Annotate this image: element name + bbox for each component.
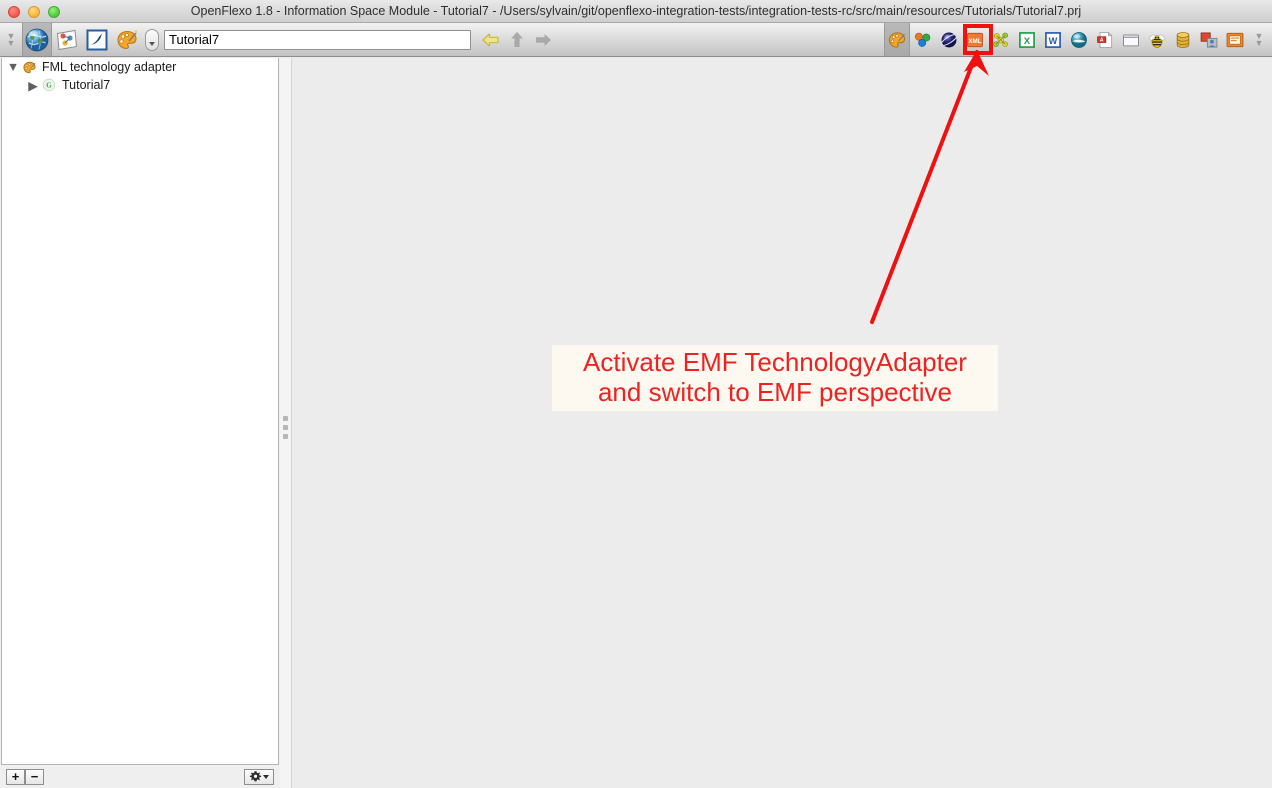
- left-sidebar: ▼ FML technology adapter ▶ G Tutorial7 +…: [0, 58, 280, 788]
- tree-item-label: Tutorial7: [62, 78, 111, 92]
- technology-adapter-button-diagram[interactable]: [910, 26, 936, 54]
- svg-text:A: A: [1100, 37, 1104, 43]
- back-arrow-icon[interactable]: [481, 32, 500, 48]
- fml-module-icon: [86, 29, 108, 50]
- technology-adapter-button-owl[interactable]: [1144, 26, 1170, 54]
- remove-button[interactable]: −: [25, 768, 44, 785]
- toolbar-overflow-chevron-double-down-icon[interactable]: ▼ ▼: [1248, 31, 1270, 47]
- window-titlebar: OpenFlexo 1.8 - Information Space Module…: [0, 0, 1272, 23]
- address-input[interactable]: [164, 29, 471, 50]
- globe-icon: [25, 28, 49, 51]
- annotation-callout: Activate EMF TechnologyAdapter and switc…: [552, 345, 998, 411]
- technology-adapter-button-emf[interactable]: [936, 26, 962, 54]
- technology-adapter-button-pdf[interactable]: A: [1092, 26, 1118, 54]
- technology-adapter-button-xml[interactable]: XML: [962, 26, 988, 54]
- diagram-technology-adapter-icon: [914, 32, 931, 47]
- fml-technology-adapter-icon: [888, 31, 906, 48]
- module-button-fml[interactable]: [82, 25, 112, 55]
- grip-dot: [283, 434, 288, 439]
- annotation-line-1: Activate EMF TechnologyAdapter: [583, 347, 967, 377]
- word-technology-adapter-icon: W: [1045, 31, 1061, 48]
- tree-row[interactable]: ▶ G Tutorial7: [2, 76, 278, 94]
- chevron-down-icon: [263, 774, 269, 779]
- tree-row[interactable]: ▼ FML technology adapter: [2, 58, 278, 76]
- module-button-diagram[interactable]: [52, 25, 82, 55]
- sidebar-bottom-bar: + −: [1, 766, 279, 787]
- technology-adapter-button-gui[interactable]: [1118, 26, 1144, 54]
- svg-text:G: G: [46, 81, 52, 89]
- resource-tree[interactable]: ▼ FML technology adapter ▶ G Tutorial7: [1, 58, 279, 765]
- main-toolbar: ▼ ▼ Tutorial7 XML X W A ▼ ▼: [0, 23, 1272, 57]
- technology-adapter-button-excel[interactable]: X: [1014, 26, 1040, 54]
- svg-text:W: W: [1049, 35, 1058, 45]
- module-button-palette[interactable]: [112, 25, 142, 55]
- openflexo-technology-adapter-icon: [1071, 31, 1087, 48]
- toolbar-left-group: ▼ ▼: [0, 23, 553, 56]
- project-icon: G: [40, 78, 58, 92]
- owl-technology-adapter-icon: [1149, 34, 1165, 48]
- perspective-dropdown-button[interactable]: [145, 28, 159, 51]
- xml-technology-adapter-icon: XML: [967, 32, 983, 47]
- technology-adapter-button-powerpoint[interactable]: [1222, 26, 1248, 54]
- settings-menu-button[interactable]: [244, 768, 274, 785]
- grip-dot: [283, 425, 288, 430]
- add-button[interactable]: +: [6, 768, 25, 785]
- splitter-grip[interactable]: [283, 416, 288, 439]
- collapse-twisty-icon[interactable]: ▶: [26, 78, 40, 93]
- toolbar-right-group: XML X W A ▼ ▼: [884, 23, 1270, 56]
- technology-adapter-button-database[interactable]: [1170, 26, 1196, 54]
- technology-adapter-button-xsd[interactable]: [988, 26, 1014, 54]
- forward-arrow-icon[interactable]: [534, 32, 553, 48]
- tree-item-label: FML technology adapter: [42, 60, 177, 74]
- up-arrow-icon[interactable]: [510, 31, 524, 48]
- chevron-double-down-icon[interactable]: ▼ ▼: [0, 31, 22, 47]
- database-technology-adapter-icon: [1176, 31, 1190, 48]
- pdf-technology-adapter-icon: A: [1097, 31, 1113, 48]
- grip-dot: [283, 416, 288, 421]
- main-content-area: [292, 58, 1272, 788]
- gear-icon: [249, 771, 262, 782]
- powerpoint-technology-adapter-icon: [1226, 32, 1244, 47]
- annotation-line-2: and switch to EMF perspective: [597, 377, 953, 407]
- emf-technology-adapter-icon: [940, 32, 958, 47]
- technology-adapter-button-word[interactable]: W: [1040, 26, 1066, 54]
- module-button-information-space[interactable]: [22, 23, 52, 56]
- palette-module-icon: [117, 29, 138, 49]
- expand-twisty-icon[interactable]: ▼: [6, 60, 20, 74]
- gui-technology-adapter-icon: [1123, 34, 1139, 46]
- technology-adapter-button-openflexo[interactable]: [1066, 26, 1092, 54]
- panel-splitter[interactable]: [280, 58, 292, 788]
- window-title: OpenFlexo 1.8 - Information Space Module…: [190, 4, 1082, 18]
- chevron-down-icon: [149, 41, 155, 46]
- technology-adapter-button-fml[interactable]: [884, 23, 910, 56]
- diagram-module-icon: [56, 29, 78, 50]
- palette-icon: [20, 60, 38, 75]
- svg-text:X: X: [1024, 35, 1031, 46]
- uml-technology-adapter-icon: [1200, 32, 1218, 47]
- navigation-arrows: [481, 31, 553, 48]
- svg-text:XML: XML: [968, 37, 981, 44]
- technology-adapter-button-uml[interactable]: [1196, 26, 1222, 54]
- xsd-technology-adapter-icon: [993, 32, 1008, 47]
- excel-technology-adapter-icon: X: [1019, 31, 1035, 48]
- application-window: OpenFlexo 1.8 - Information Space Module…: [0, 0, 1272, 788]
